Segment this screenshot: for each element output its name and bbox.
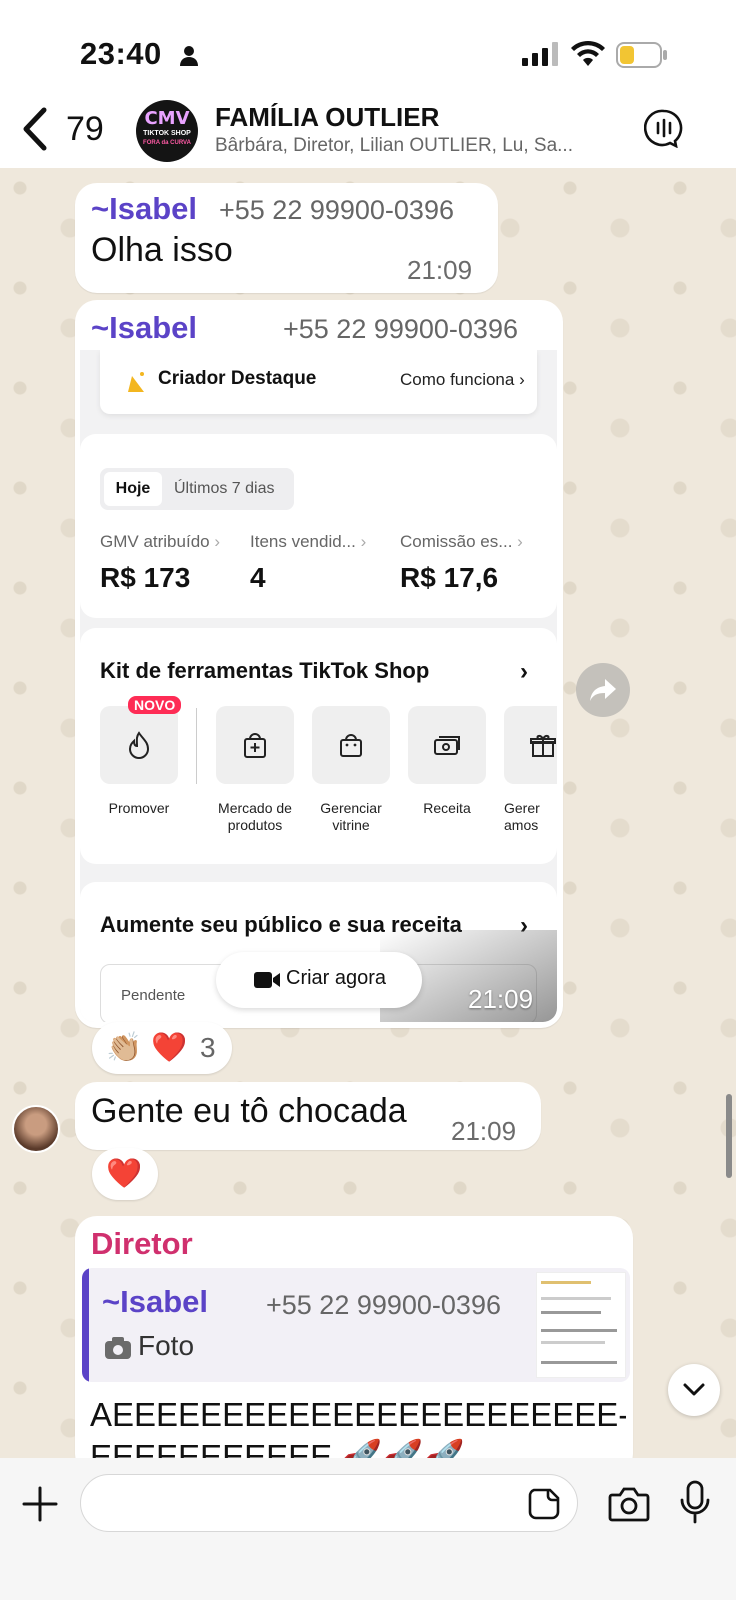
plus-icon[interactable] — [22, 1486, 58, 1522]
back-chevron-icon[interactable] — [20, 106, 50, 152]
quoted-phone: +55 22 99900-0396 — [266, 1290, 501, 1320]
reaction-pill[interactable]: 👏🏼 ❤️ 3 — [92, 1022, 232, 1074]
creator-highlight-title: Criador Destaque — [158, 368, 317, 389]
metric-label-text: GMV atribuído — [100, 532, 210, 551]
sender-phone: +55 22 99900-0396 — [219, 195, 454, 225]
sticker-icon[interactable] — [528, 1488, 560, 1520]
screenshot-image[interactable]: Criador Destaque Como funciona › Hoje Úl… — [80, 350, 557, 1022]
chat-header: 79 CMV TIKTOK SHOP FORA da CURVA FAMÍLIA… — [0, 96, 736, 168]
create-now-button: Criar agora — [216, 952, 422, 1008]
period-tabs: Hoje Últimos 7 dias — [100, 468, 294, 510]
message-time: 21:09 — [407, 255, 473, 285]
sender-avatar[interactable] — [12, 1105, 60, 1153]
how-it-works-link: Como funciona › — [400, 370, 525, 390]
reaction-count: 3 — [200, 1032, 216, 1063]
shopping-bag-icon — [340, 734, 362, 757]
create-now-label: Criar agora — [286, 967, 387, 989]
metric-value-items: 4 — [250, 562, 266, 593]
tool-divider — [196, 708, 197, 784]
tool-samples — [504, 706, 557, 784]
spotlight-icon — [128, 372, 144, 392]
flame-icon — [128, 731, 150, 759]
forward-arrow-icon — [590, 679, 616, 701]
voice-chat-icon[interactable] — [644, 108, 684, 148]
quoted-text: Foto — [138, 1330, 195, 1361]
camera-icon — [105, 1337, 131, 1359]
creator-highlight-card: Criador Destaque Como funciona › — [100, 350, 537, 414]
status-time: 23:40 — [80, 36, 162, 71]
scroll-to-bottom-button[interactable] — [668, 1364, 720, 1416]
video-camera-icon — [254, 972, 280, 988]
message-text-line: EEEEEEEEEEE 🚀🚀🚀 — [90, 1438, 465, 1458]
tool-label: Promover — [108, 800, 170, 816]
money-icon — [434, 736, 460, 755]
reaction-emojis: 👏🏼 ❤️ — [106, 1030, 188, 1064]
message-text: AEEEEEEEEEEEEEEEEEEEEEEE- EEEEEEEEEEE 🚀🚀… — [90, 1394, 626, 1458]
message-time: 21:09 — [468, 984, 534, 1014]
scrollbar[interactable] — [726, 1094, 732, 1178]
toolkit-panel: Kit de ferramentas TikTok Shop › NOVO Pr… — [80, 628, 557, 864]
avatar-logo-subtext: TIKTOK SHOP — [143, 130, 191, 137]
metric-label-gmv: GMV atribuído › — [100, 532, 221, 551]
tool-label: Gerer amos — [504, 800, 540, 833]
metrics-panel: Hoje Últimos 7 dias GMV atribuído › R$ 1… — [80, 434, 557, 618]
quote-accent-bar — [82, 1268, 89, 1382]
how-it-works-label: Como funciona — [400, 370, 515, 389]
metric-label-items: Itens vendid... › — [250, 532, 367, 551]
chevron-right-icon: › — [520, 658, 528, 685]
message-input[interactable] — [80, 1474, 578, 1532]
sender-name[interactable]: ~Isabel — [91, 310, 197, 346]
chevron-right-icon: › — [519, 370, 525, 389]
status-bar: 23:40 — [0, 0, 736, 96]
tool-manage-showcase — [312, 706, 390, 784]
reaction-pill[interactable]: ❤️ — [92, 1148, 158, 1200]
tool-label: Mercado de produtos — [218, 800, 292, 833]
tab-last-7-days: Últimos 7 dias — [174, 480, 275, 497]
tool-label: Gerenciar vitrine — [320, 800, 382, 833]
metric-value-commission: R$ 17,6 — [400, 562, 499, 593]
reaction-emojis: ❤️ — [106, 1156, 143, 1190]
avatar-logo-tagline: FORA da CURVA — [143, 140, 191, 146]
group-name[interactable]: FAMÍLIA OUTLIER — [215, 102, 439, 133]
metric-value-gmv: R$ 173 — [100, 562, 191, 593]
quoted-sender: ~Isabel — [102, 1284, 208, 1319]
tool-product-market — [216, 706, 294, 784]
message-text: Olha isso — [91, 231, 233, 269]
bag-plus-icon — [244, 733, 266, 758]
metric-label-commission: Comissão es... › — [400, 532, 523, 551]
sender-phone: +55 22 99900-0396 — [283, 314, 518, 344]
message-bubble[interactable]: Gente eu tô chocada 21:09 — [75, 1082, 541, 1150]
message-text-line: AEEEEEEEEEEEEEEEEEEEEEEE- — [90, 1396, 626, 1433]
message-text: Gente eu tô chocada — [91, 1092, 407, 1130]
metric-label-text: Itens vendid... — [250, 532, 356, 551]
tool-promote — [100, 706, 178, 784]
wifi-icon — [571, 40, 605, 66]
new-badge: NOVO — [128, 696, 182, 714]
unread-count[interactable]: 79 — [66, 110, 104, 149]
microphone-icon[interactable] — [680, 1480, 710, 1524]
composer-bar — [0, 1458, 736, 1600]
pending-label: Pendente — [121, 987, 186, 1004]
forward-button[interactable] — [576, 663, 630, 717]
person-icon — [180, 46, 198, 66]
tool-revenue — [408, 706, 486, 784]
toolkit-title: Kit de ferramentas TikTok Shop — [100, 658, 430, 683]
quoted-thumbnail — [536, 1272, 626, 1378]
group-avatar[interactable]: CMV TIKTOK SHOP FORA da CURVA — [136, 100, 198, 162]
quoted-message[interactable]: ~Isabel +55 22 99900-0396 Foto — [82, 1268, 630, 1382]
metric-label-text: Comissão es... — [400, 532, 513, 551]
cellular-signal-icon — [522, 42, 558, 66]
battery-icon — [616, 42, 667, 68]
message-time: 21:09 — [451, 1116, 517, 1146]
tool-label: Receita — [423, 800, 471, 816]
message-bubble[interactable]: ~Isabel +55 22 99900-0396 Olha isso 21:0… — [75, 183, 498, 293]
sender-name[interactable]: Diretor — [91, 1226, 193, 1262]
gift-icon — [530, 734, 556, 757]
group-members[interactable]: Bârbára, Diretor, Lilian OUTLIER, Lu, Sa… — [215, 135, 625, 157]
tab-today: Hoje — [104, 472, 162, 506]
chevron-down-icon — [683, 1383, 705, 1396]
camera-icon[interactable] — [608, 1486, 650, 1522]
avatar-logo-text: CMV — [144, 108, 190, 129]
sender-name[interactable]: ~Isabel — [91, 191, 197, 227]
